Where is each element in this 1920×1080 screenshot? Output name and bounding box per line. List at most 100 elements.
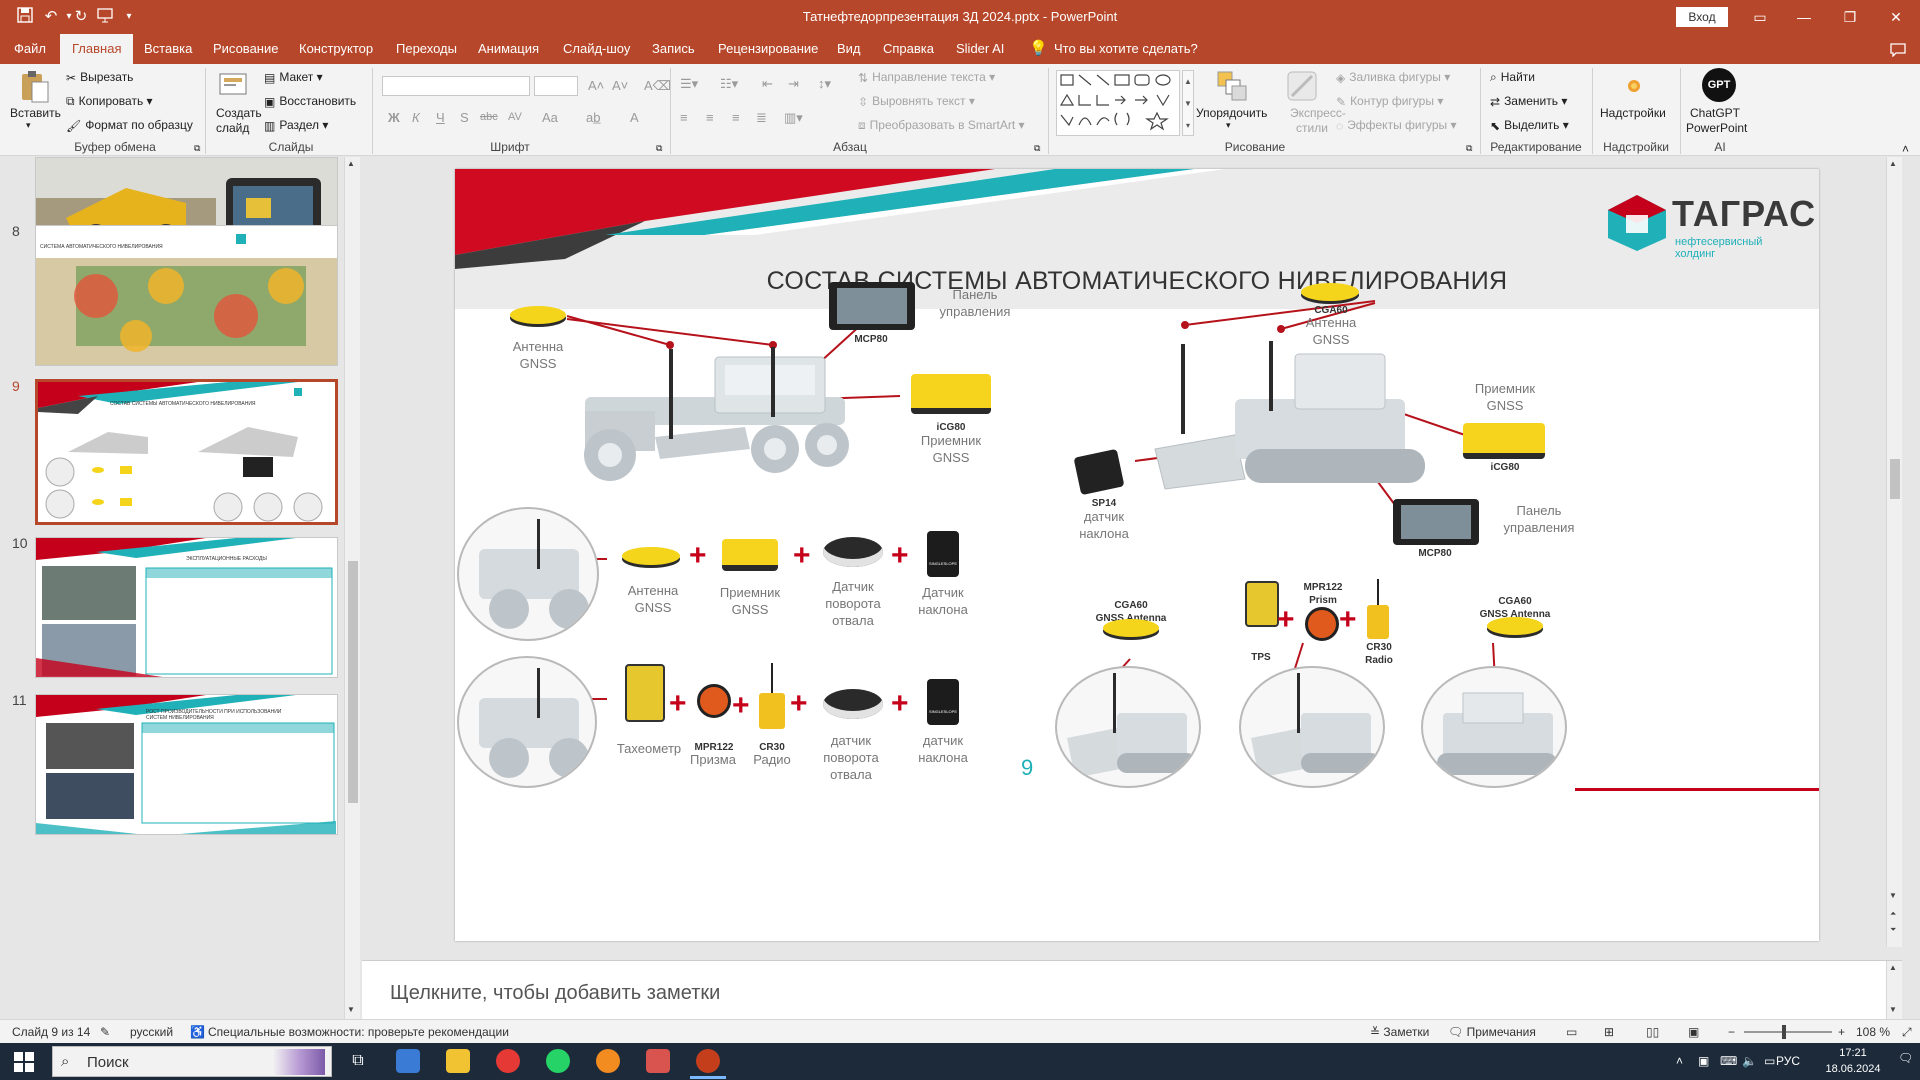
tell-me-search[interactable]: Что вы хотите сделать? xyxy=(1054,34,1198,64)
increase-indent-icon[interactable]: ⇥ xyxy=(788,76,799,92)
tab-review[interactable]: Рецензирование xyxy=(718,34,818,64)
taskbar-app-5-icon[interactable] xyxy=(596,1049,620,1073)
login-button[interactable]: Вход xyxy=(1676,7,1728,27)
tab-file[interactable]: Файл xyxy=(14,34,46,64)
collapse-ribbon-icon[interactable]: ˄ xyxy=(1902,142,1909,156)
slide-thumbnail-8[interactable]: СИСТЕМА АВТОМАТИЧЕСКОГО НИВЕЛИРОВАНИЯ xyxy=(35,225,338,366)
slide-sorter-icon[interactable]: ⊞ xyxy=(1604,1025,1614,1039)
tray-app-icon[interactable]: ▣ xyxy=(1698,1054,1709,1068)
powerpoint-taskbar-icon[interactable] xyxy=(696,1049,720,1073)
strikethrough-button[interactable]: abc xyxy=(480,111,498,123)
char-spacing-button[interactable]: AV xyxy=(508,111,522,123)
tab-transitions[interactable]: Переходы xyxy=(396,34,457,64)
new-slide-label-1[interactable]: Создать xyxy=(216,106,262,120)
arrange-icon[interactable] xyxy=(1216,70,1248,102)
justify-icon[interactable]: ≣ xyxy=(756,110,767,126)
tab-slideshow[interactable]: Слайд-шоу xyxy=(563,34,630,64)
select-button[interactable]: ⬉ Выделить ▾ xyxy=(1490,118,1569,133)
text-direction-button[interactable]: ⇅ Направление текста ▾ xyxy=(858,70,995,85)
notes-pane[interactable]: Щелкните, чтобы добавить заметки ▲ ▼ xyxy=(362,960,1902,1020)
find-button[interactable]: ⌕ Найти xyxy=(1490,70,1535,85)
windows-start-icon[interactable] xyxy=(14,1052,34,1075)
shadow-button[interactable]: S xyxy=(460,110,469,125)
keyboard-language[interactable]: РУС xyxy=(1776,1054,1800,1068)
paragraph-launcher-icon[interactable]: ⧉ xyxy=(1034,143,1040,154)
slide-scroll-thumb[interactable] xyxy=(1890,459,1900,499)
chatgpt-icon[interactable]: GPT xyxy=(1702,68,1736,102)
reset-button[interactable]: ▣ Восстановить xyxy=(264,94,356,109)
previous-slide-icon[interactable]: ⏶ xyxy=(1890,909,1896,919)
notes-scroll-up-icon[interactable]: ▲ xyxy=(1889,963,1897,972)
slide-thumbnail-10[interactable]: ЭКСПЛУАТАЦИОННЫЕ РАСХОДЫ xyxy=(35,537,338,678)
font-launcher-icon[interactable]: ⧉ xyxy=(656,143,662,154)
chatgpt-label-1[interactable]: ChatGPT xyxy=(1690,106,1740,120)
shapes-gallery[interactable] xyxy=(1056,70,1180,136)
new-slide-label-2[interactable]: слайд xyxy=(216,121,249,135)
network-icon[interactable]: ⌨ xyxy=(1720,1054,1737,1068)
tab-insert[interactable]: Вставка xyxy=(144,34,192,64)
task-view-icon[interactable]: ⧉ xyxy=(346,1049,370,1073)
accessibility-status[interactable]: Специальные возможности: проверьте реком… xyxy=(208,1025,509,1039)
taskbar-app-1-icon[interactable] xyxy=(396,1049,420,1073)
bullets-icon[interactable]: ☰▾ xyxy=(680,76,698,92)
font-size-combo[interactable] xyxy=(534,76,578,96)
close-icon[interactable]: ✕ xyxy=(1878,6,1914,28)
shape-outline-button[interactable]: ✎ Контур фигуры ▾ xyxy=(1336,94,1443,109)
clipboard-launcher-icon[interactable]: ⧉ xyxy=(194,143,200,154)
normal-view-icon[interactable]: ▭ xyxy=(1566,1025,1577,1039)
slide-thumbnail-9[interactable]: СОСТАВ СИСТЕМЫ АВТОМАТИЧЕСКОГО НИВЕЛИРОВ… xyxy=(35,379,338,525)
align-left-icon[interactable]: ≡ xyxy=(680,110,688,125)
clear-formatting-icon[interactable]: A⌫ xyxy=(644,78,671,94)
notes-placeholder[interactable]: Щелкните, чтобы добавить заметки xyxy=(390,982,720,1005)
notifications-icon[interactable]: 🗨 xyxy=(1898,1051,1914,1071)
line-spacing-icon[interactable]: ↕▾ xyxy=(818,76,831,92)
replace-button[interactable]: ⇄ Заменить ▾ xyxy=(1490,94,1567,109)
paste-button[interactable]: Вставить xyxy=(10,106,61,120)
tab-view[interactable]: Вид xyxy=(837,34,861,64)
columns-icon[interactable]: ▥▾ xyxy=(784,110,803,126)
font-color-button[interactable]: A xyxy=(630,110,639,125)
arrange-dropdown-icon[interactable]: ▾ xyxy=(1226,120,1231,131)
shape-fill-button[interactable]: ◈ Заливка фигуры ▾ xyxy=(1336,70,1450,85)
underline-button[interactable]: Ч xyxy=(436,110,445,125)
comments-toggle[interactable]: 🗨 Примечания xyxy=(1448,1025,1536,1039)
taskbar-search[interactable]: ⌕ Поиск xyxy=(52,1046,332,1077)
taskbar-clock[interactable]: 17:21 18.06.2024 xyxy=(1818,1045,1888,1077)
zoom-slider[interactable] xyxy=(1744,1025,1832,1039)
slide-scroll-up-icon[interactable]: ▲ xyxy=(1889,159,1897,168)
section-button[interactable]: ▥ Раздел ▾ xyxy=(264,118,328,133)
new-slide-icon[interactable] xyxy=(218,70,250,102)
arrange-button[interactable]: Упорядочить xyxy=(1196,106,1267,120)
chatgpt-label-2[interactable]: PowerPoint xyxy=(1686,121,1747,135)
smartart-button[interactable]: ⧈ Преобразовать в SmartArt ▾ xyxy=(858,118,1025,133)
align-text-button[interactable]: ⇳ Выровнять текст ▾ xyxy=(858,94,975,109)
tab-record[interactable]: Запись xyxy=(652,34,695,64)
minimize-icon[interactable]: — xyxy=(1786,6,1822,28)
copy-button[interactable]: ⧉ Копировать ▾ xyxy=(66,94,153,109)
decrease-font-icon[interactable]: A˅ xyxy=(612,78,628,93)
zoom-out-icon[interactable]: − xyxy=(1728,1025,1735,1039)
font-family-combo[interactable] xyxy=(382,76,530,96)
yandex-browser-icon[interactable] xyxy=(496,1049,520,1073)
ribbon-display-options-icon[interactable]: ▭ xyxy=(1742,6,1778,28)
layout-button[interactable]: ▤ Макет ▾ xyxy=(264,70,323,85)
shapes-gallery-scroll[interactable]: ▲ ▼ ▾ xyxy=(1182,70,1194,136)
comments-icon[interactable] xyxy=(1890,34,1906,64)
bold-button[interactable]: Ж xyxy=(388,110,400,125)
reading-view-icon[interactable]: ▯▯ xyxy=(1646,1025,1659,1039)
tab-draw[interactable]: Рисование xyxy=(213,34,278,64)
battery-icon[interactable]: ▭ xyxy=(1764,1054,1775,1068)
taskbar-app-6-icon[interactable] xyxy=(646,1049,670,1073)
volume-icon[interactable]: 🔈 xyxy=(1742,1054,1757,1068)
slide-scroll-down-icon[interactable]: ▼ xyxy=(1889,891,1897,900)
file-explorer-icon[interactable] xyxy=(446,1049,470,1073)
tab-slider-ai[interactable]: Slider AI xyxy=(956,34,1004,64)
cut-button[interactable]: ✂ Вырезать xyxy=(66,70,133,85)
tab-design[interactable]: Конструктор xyxy=(299,34,373,64)
align-right-icon[interactable]: ≡ xyxy=(732,110,740,125)
slide-scrollbar[interactable]: ▲ ▼ ⏶ ⏷ xyxy=(1886,157,1902,947)
quick-styles-label-2[interactable]: стили xyxy=(1296,121,1328,135)
shape-effects-button[interactable]: ◌ Эффекты фигуры ▾ xyxy=(1336,118,1457,133)
scroll-up-icon[interactable]: ▲ xyxy=(347,159,355,168)
zoom-slider-thumb[interactable] xyxy=(1782,1025,1786,1039)
